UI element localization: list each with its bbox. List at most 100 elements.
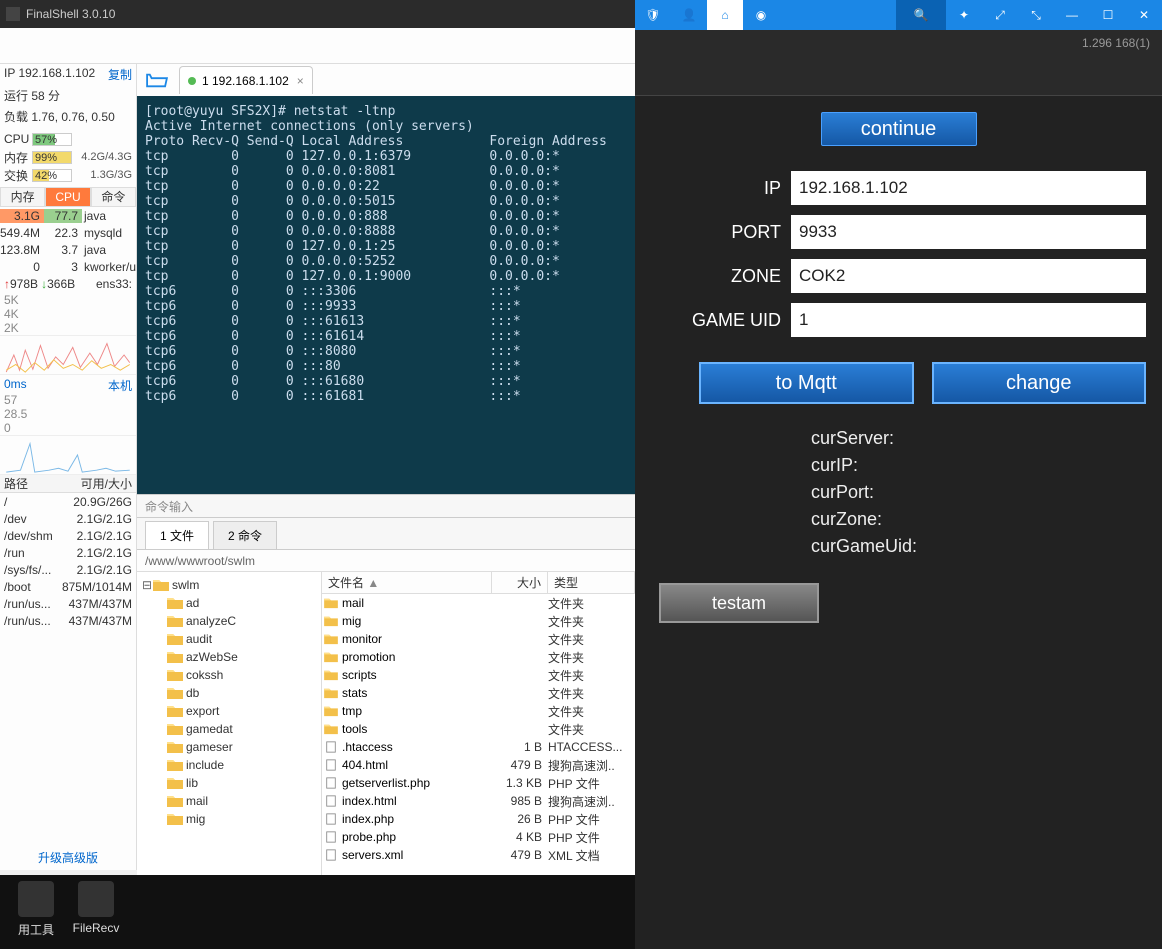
right-app-window: 🛡 👤 ⌂ ◉ 🔍 ✦ ⤢ ⤡ — ☐ ✕ 1.296 168(1) conti…	[635, 0, 1162, 949]
file-row[interactable]: index.html985 B搜狗高速浏..	[322, 792, 635, 810]
upgrade-link[interactable]: 升级高级版	[0, 849, 136, 866]
to-mqtt-button[interactable]: to Mqtt	[699, 362, 914, 404]
tree-node[interactable]: analyzeC	[137, 612, 321, 630]
ip-input[interactable]	[791, 171, 1146, 205]
file-row[interactable]: mig文件夹	[322, 612, 635, 630]
tree-node[interactable]: lib	[137, 774, 321, 792]
taskbar-item[interactable]: 用工具	[6, 881, 66, 938]
col-type[interactable]: 类型	[548, 572, 635, 593]
disk-row[interactable]: /run/us...437M/437M	[0, 612, 136, 629]
file-row[interactable]: monitor文件夹	[322, 630, 635, 648]
taskbar-item[interactable]: FileRecv	[66, 881, 126, 935]
close-icon[interactable]: ✕	[1126, 0, 1162, 30]
minimize-icon[interactable]: —	[1054, 0, 1090, 30]
tab-commands[interactable]: 2 命令	[213, 521, 277, 549]
file-row[interactable]: index.php26 BPHP 文件	[322, 810, 635, 828]
pin-icon[interactable]: ✦	[946, 0, 982, 30]
disk-row[interactable]: /20.9G/26G	[0, 493, 136, 510]
search-icon[interactable]: 🔍	[896, 0, 946, 30]
tab-cpu[interactable]: CPU	[45, 187, 90, 207]
home-icon[interactable]: ⌂	[707, 0, 743, 30]
info-line: curZone:	[811, 509, 1146, 530]
title-bar[interactable]: FinalShell 3.0.10	[0, 0, 635, 28]
tree-node[interactable]: ⊟swlm	[137, 576, 321, 594]
ip-label: IP 192.168.1.102	[4, 66, 95, 83]
collapse-icon[interactable]: ⤡	[1018, 0, 1054, 30]
process-row[interactable]: 03kworker/u	[0, 258, 136, 275]
file-list: 文件名 ▲ 大小 类型 mail文件夹mig文件夹monitor文件夹promo…	[322, 572, 635, 875]
tab-mem[interactable]: 内存	[0, 187, 45, 207]
compass-icon[interactable]: ◉	[743, 0, 779, 30]
file-row[interactable]: scripts文件夹	[322, 666, 635, 684]
col-name[interactable]: 文件名 ▲	[322, 572, 492, 593]
file-row[interactable]: stats文件夹	[322, 684, 635, 702]
file-row[interactable]: promotion文件夹	[322, 648, 635, 666]
tree-node[interactable]: cokssh	[137, 666, 321, 684]
file-row[interactable]: mail文件夹	[322, 594, 635, 612]
bottom-tabs: 1 文件 2 命令	[137, 518, 635, 550]
process-row[interactable]: 3.1G77.7java	[0, 207, 136, 224]
shield-icon[interactable]: 🛡	[635, 0, 671, 30]
tree-node[interactable]: db	[137, 684, 321, 702]
disk-row[interactable]: /run/us...437M/437M	[0, 595, 136, 612]
window-titlebar[interactable]: 🛡 👤 ⌂ ◉ 🔍 ✦ ⤢ ⤡ — ☐ ✕	[635, 0, 1162, 30]
testam-button[interactable]: testam	[659, 583, 819, 623]
process-row[interactable]: 123.8M3.7java	[0, 241, 136, 258]
disk-table: 路径可用/大小 /20.9G/26G/dev2.1G/2.1G/dev/shm2…	[0, 475, 136, 629]
session-tab[interactable]: 1 192.168.1.102 ×	[179, 66, 313, 94]
open-folder-button[interactable]	[141, 68, 173, 92]
change-button[interactable]: change	[932, 362, 1147, 404]
terminal-output[interactable]: [root@yuyu SFS2X]# netstat -ltnp Active …	[137, 96, 635, 494]
continue-button[interactable]: continue	[821, 112, 977, 146]
command-input[interactable]: 命令输入	[137, 494, 635, 518]
tree-node[interactable]: azWebSe	[137, 648, 321, 666]
process-row[interactable]: 549.4M22.3mysqld	[0, 224, 136, 241]
status-dot-icon	[188, 77, 196, 85]
disk-row[interactable]: /boot875M/1014M	[0, 578, 136, 595]
field-label: PORT	[651, 222, 791, 243]
user-icon[interactable]: 👤	[671, 0, 707, 30]
folder-tree[interactable]: ⊟swlmadanalyzeCauditazWebSecoksshdbexpor…	[137, 572, 322, 875]
disk-row[interactable]: /dev2.1G/2.1G	[0, 510, 136, 527]
file-row[interactable]: probe.php4 KBPHP 文件	[322, 828, 635, 846]
status-info: curServer:curIP:curPort:curZone:curGameU…	[811, 428, 1146, 557]
load-label: 负载 1.76, 0.76, 0.50	[4, 108, 115, 125]
port-input[interactable]	[791, 215, 1146, 249]
file-row[interactable]: servers.xml479 BXML 文档	[322, 846, 635, 864]
tree-node[interactable]: gamedat	[137, 720, 321, 738]
tree-node[interactable]: gameser	[137, 738, 321, 756]
copy-button[interactable]: 复制	[108, 66, 132, 83]
cpu-gauge: CPU 57%	[4, 131, 132, 147]
col-size[interactable]: 大小	[492, 572, 548, 593]
path-bar[interactable]: /www/wwwroot/swlm	[137, 550, 635, 572]
zone-input[interactable]	[791, 259, 1146, 293]
file-row[interactable]: tmp文件夹	[322, 702, 635, 720]
finalshell-window: FinalShell 3.0.10 IP 192.168.1.102 复制 运行…	[0, 0, 635, 875]
tab-files[interactable]: 1 文件	[145, 521, 209, 549]
file-row[interactable]: getserverlist.php1.3 KBPHP 文件	[322, 774, 635, 792]
app-icon	[6, 7, 20, 21]
expand-icon[interactable]: ⤢	[982, 0, 1018, 30]
maximize-icon[interactable]: ☐	[1090, 0, 1126, 30]
tree-node[interactable]: mail	[137, 792, 321, 810]
disk-row[interactable]: /sys/fs/...2.1G/2.1G	[0, 561, 136, 578]
main-toolbar	[0, 28, 635, 64]
close-tab-icon[interactable]: ×	[297, 74, 304, 88]
game-uid-input[interactable]	[791, 303, 1146, 337]
tree-node[interactable]: ad	[137, 594, 321, 612]
tab-cmd[interactable]: 命令	[91, 187, 136, 207]
file-row[interactable]: tools文件夹	[322, 720, 635, 738]
info-line: curServer:	[811, 428, 1146, 449]
disk-row[interactable]: /dev/shm2.1G/2.1G	[0, 527, 136, 544]
header-ip: 1.296 168(1)	[1082, 36, 1150, 50]
tree-node[interactable]: export	[137, 702, 321, 720]
file-row[interactable]: 404.html479 B搜狗高速浏..	[322, 756, 635, 774]
tree-node[interactable]: include	[137, 756, 321, 774]
file-row[interactable]: .htaccess1 BHTACCESS...	[322, 738, 635, 756]
tree-node[interactable]: mig	[137, 810, 321, 828]
disk-row[interactable]: /run2.1G/2.1G	[0, 544, 136, 561]
app-header: 1.296 168(1)	[635, 30, 1162, 96]
info-line: curGameUid:	[811, 536, 1146, 557]
resource-tabs: 内存 CPU 命令	[0, 187, 136, 207]
tree-node[interactable]: audit	[137, 630, 321, 648]
